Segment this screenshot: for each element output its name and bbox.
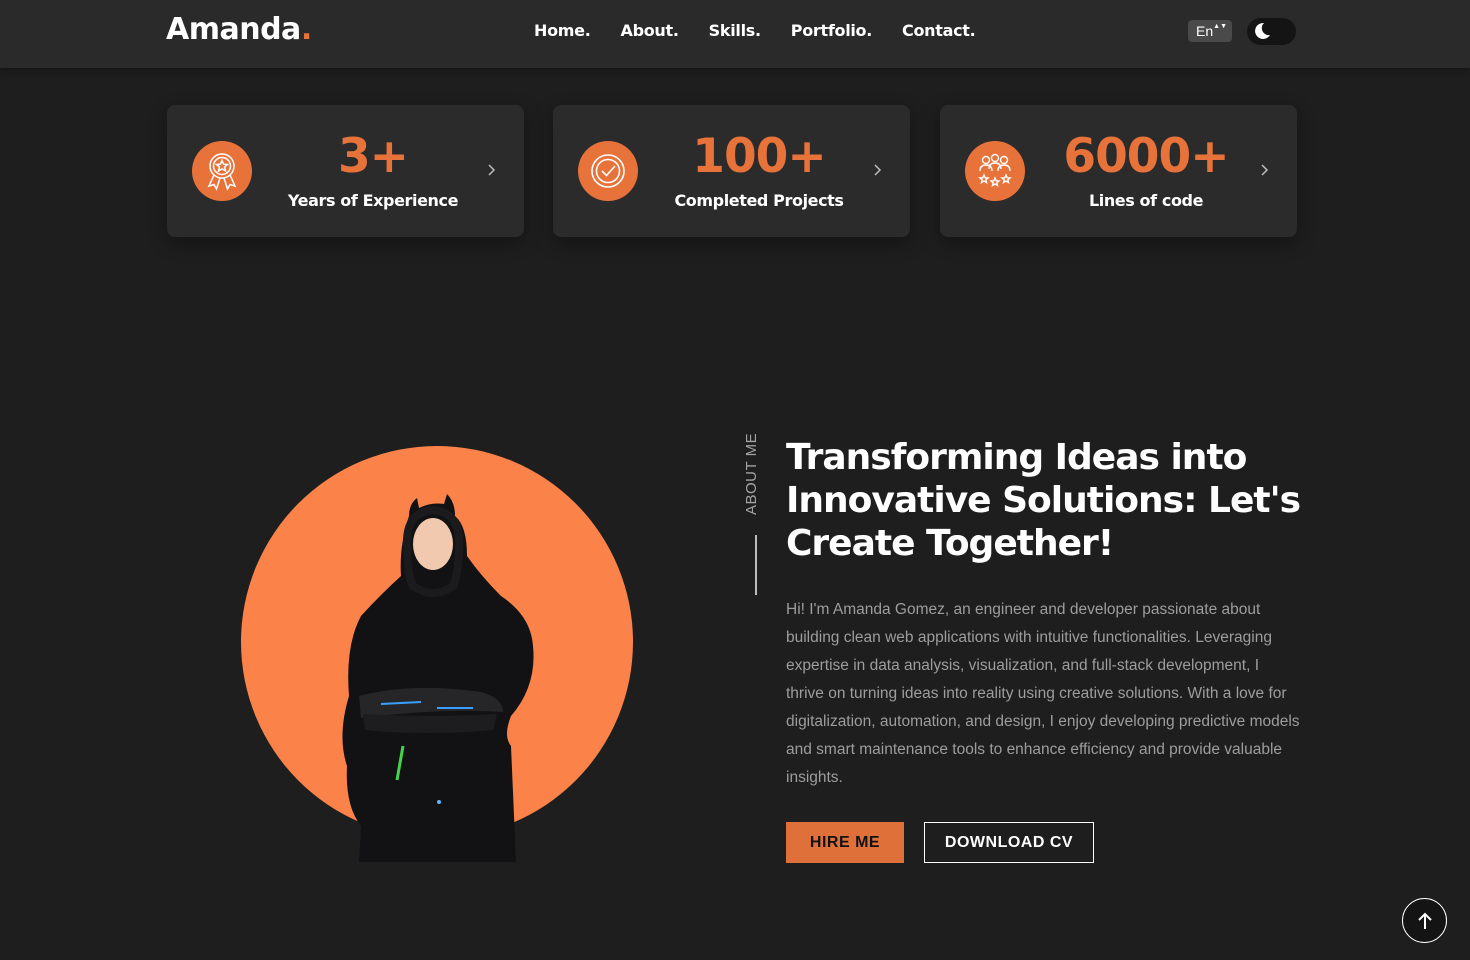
stat-body: 6000+ Lines of code: [1035, 129, 1257, 210]
stat-card-code[interactable]: 6000+ Lines of code: [940, 105, 1297, 237]
nav-link-portfolio[interactable]: Portfolio.: [791, 21, 873, 40]
about-headline: Transforming Ideas into Innovative Solut…: [786, 437, 1301, 564]
chevron-right-icon: [488, 164, 496, 176]
award-icon: [192, 141, 252, 201]
stat-label: Years of Experience: [287, 191, 459, 210]
arrow-up-icon: [1417, 912, 1432, 929]
stat-card-projects[interactable]: 100+ Completed Projects: [553, 105, 910, 237]
language-value: En: [1196, 23, 1214, 39]
section-divider: [755, 535, 757, 595]
stat-value: 6000+: [1063, 129, 1229, 184]
moon-icon: [1255, 22, 1270, 39]
logo[interactable]: Amanda.: [166, 12, 312, 47]
download-cv-button[interactable]: DOWNLOAD CV: [924, 822, 1094, 863]
nav-link-skills[interactable]: Skills.: [709, 21, 761, 40]
nav-link-about[interactable]: About.: [621, 21, 679, 40]
chevron-right-icon: [1261, 164, 1269, 176]
about-bio: Hi! I'm Amanda Gomez, an engineer and de…: [786, 601, 1300, 786]
stat-label: Completed Projects: [674, 191, 844, 210]
section-label: ABOUT ME: [741, 433, 771, 517]
language-select[interactable]: En ▲▼: [1188, 20, 1232, 42]
stat-value: 3+: [337, 129, 409, 184]
profile-photo: [241, 446, 633, 862]
chevron-right-icon: [874, 164, 882, 176]
scroll-to-top-button[interactable]: [1402, 898, 1447, 943]
stat-body: 3+ Years of Experience: [262, 129, 484, 210]
nav-links: Home. About. Skills. Portfolio. Contact.: [534, 21, 976, 40]
check-badge-icon: [578, 141, 638, 201]
section-label-text: ABOUT ME: [743, 432, 760, 515]
select-arrows-icon: ▲▼: [1213, 23, 1227, 30]
navbar: Amanda. Home. About. Skills. Portfolio. …: [0, 0, 1470, 68]
theme-toggle[interactable]: [1247, 18, 1296, 45]
stat-body: 100+ Completed Projects: [648, 129, 870, 210]
logo-dot: .: [300, 12, 312, 47]
logo-text: Amanda: [166, 12, 301, 47]
stat-value: 100+: [692, 129, 827, 184]
nav-link-home[interactable]: Home.: [534, 21, 591, 40]
nav-link-contact[interactable]: Contact.: [902, 21, 976, 40]
team-stars-icon: [965, 141, 1025, 201]
stat-card-experience[interactable]: 3+ Years of Experience: [167, 105, 524, 237]
stat-label: Lines of code: [1088, 191, 1204, 210]
hire-me-button[interactable]: HIRE ME: [786, 822, 904, 863]
